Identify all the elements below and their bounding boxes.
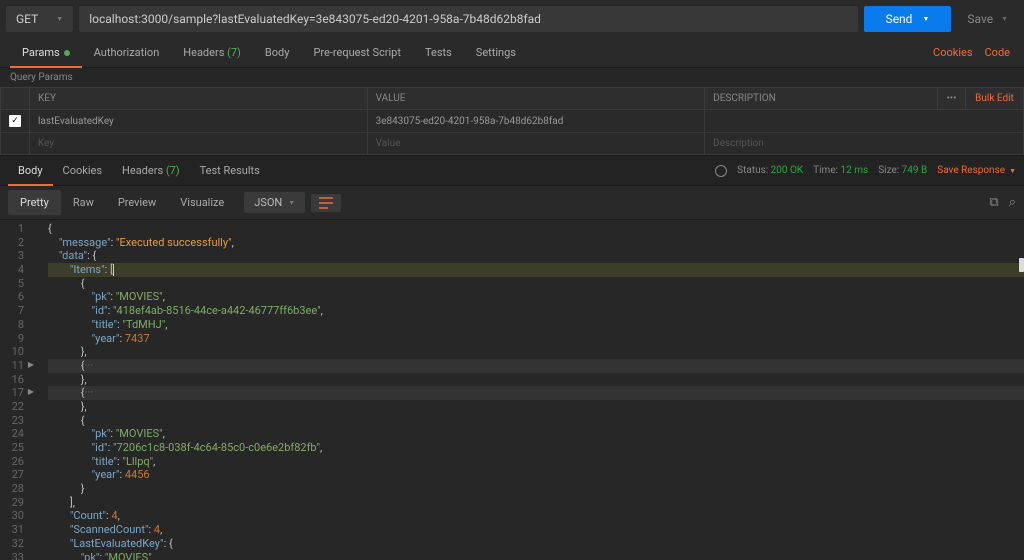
tab-headers[interactable]: Headers (7) (171, 38, 253, 67)
cell-key[interactable]: lastEvaluatedKey (30, 110, 368, 133)
size-value: 749 B (902, 165, 928, 176)
code-content: { "message": "Executed successfully", "d… (30, 220, 1024, 560)
cell-key-placeholder[interactable]: Key (30, 133, 368, 155)
tab-authorization[interactable]: Authorization (82, 38, 172, 67)
row-checkbox[interactable]: ✓ (9, 115, 21, 127)
wrap-icon (318, 196, 334, 210)
tab-resp-tests[interactable]: Test Results (190, 156, 270, 185)
view-pretty[interactable]: Pretty (8, 190, 61, 215)
http-method-value: GET (16, 12, 38, 26)
tab-params[interactable]: Params (10, 38, 82, 67)
response-tabs: Body Cookies Headers (7) Test Results St… (0, 155, 1024, 186)
fold-toggle-icon[interactable]: ▶ (28, 360, 34, 370)
col-description: DESCRIPTION (705, 88, 938, 110)
fold-toggle-icon[interactable]: ▶ (28, 387, 34, 397)
chevron-down-icon: ▼ (922, 15, 929, 23)
copy-icon[interactable]: ⧉ (989, 195, 998, 210)
view-raw[interactable]: Raw (61, 190, 106, 215)
col-check (1, 88, 30, 110)
params-indicator-dot (64, 50, 70, 56)
save-button-label: Save (967, 12, 993, 26)
cookies-link[interactable]: Cookies (933, 46, 972, 59)
cell-value-placeholder[interactable]: Value (367, 133, 705, 155)
chevron-down-icon: ▼ (56, 15, 63, 23)
request-bar: GET ▼ Send ▼ Save ▼ (0, 0, 1024, 38)
chevron-down-icon: ▼ (1001, 15, 1008, 23)
chevron-down-icon: ▼ (1009, 167, 1016, 175)
http-method-select[interactable]: GET ▼ (6, 6, 73, 32)
response-body-editor[interactable]: 1234567891011▶1617▶222324252627282930313… (0, 220, 1024, 560)
tab-tests[interactable]: Tests (413, 38, 464, 67)
response-view-toolbar: Pretty Raw Preview Visualize JSON▼ ⧉ ⌕ (0, 186, 1024, 220)
tab-resp-headers[interactable]: Headers (7) (112, 156, 190, 185)
cell-value[interactable]: 3e843075-ed20-4201-958a-7b48d62b8fad (367, 110, 705, 133)
save-response-button[interactable]: Save Response ▼ (937, 165, 1016, 176)
status-code: 200 OK (771, 165, 804, 176)
table-row-new: Key Value Description (1, 133, 1024, 155)
view-visualize[interactable]: Visualize (168, 190, 236, 215)
col-key: KEY (30, 88, 368, 110)
chevron-down-icon: ▼ (288, 199, 295, 207)
tab-prerequest[interactable]: Pre-request Script (301, 38, 413, 67)
tab-resp-cookies[interactable]: Cookies (53, 156, 112, 185)
url-input[interactable] (79, 6, 857, 32)
bulk-edit-link[interactable]: Bulk Edit (966, 88, 1024, 110)
view-preview[interactable]: Preview (106, 190, 168, 215)
request-tabs: Params Authorization Headers (7) Body Pr… (0, 38, 1024, 68)
col-more[interactable]: ••• (938, 88, 966, 110)
search-icon[interactable]: ⌕ (1009, 195, 1016, 210)
response-status-bar: Status: 200 OK Time: 12 ms Size: 749 B S… (715, 165, 1016, 177)
time-value: 12 ms (841, 165, 869, 176)
cell-description[interactable] (705, 110, 1024, 133)
send-button[interactable]: Send ▼ (864, 6, 952, 32)
cell-description-placeholder[interactable]: Description (705, 133, 1024, 155)
wrap-lines-button[interactable] (311, 194, 341, 212)
col-value: VALUE (367, 88, 705, 110)
globe-icon[interactable] (715, 165, 727, 177)
language-select[interactable]: JSON▼ (244, 192, 305, 213)
code-link[interactable]: Code (985, 46, 1010, 59)
tab-body[interactable]: Body (253, 38, 302, 67)
query-params-table: KEY VALUE DESCRIPTION ••• Bulk Edit ✓ la… (0, 87, 1024, 155)
tab-resp-body[interactable]: Body (8, 156, 53, 185)
query-params-heading: Query Params (0, 68, 1024, 87)
line-gutter: 1234567891011▶1617▶222324252627282930313… (0, 220, 30, 560)
save-button[interactable]: Save ▼ (957, 6, 1018, 32)
table-row: ✓ lastEvaluatedKey 3e843075-ed20-4201-95… (1, 110, 1024, 133)
tab-settings[interactable]: Settings (464, 38, 528, 67)
send-button-label: Send (886, 12, 913, 26)
scrollbar-thumb[interactable] (1019, 258, 1024, 272)
